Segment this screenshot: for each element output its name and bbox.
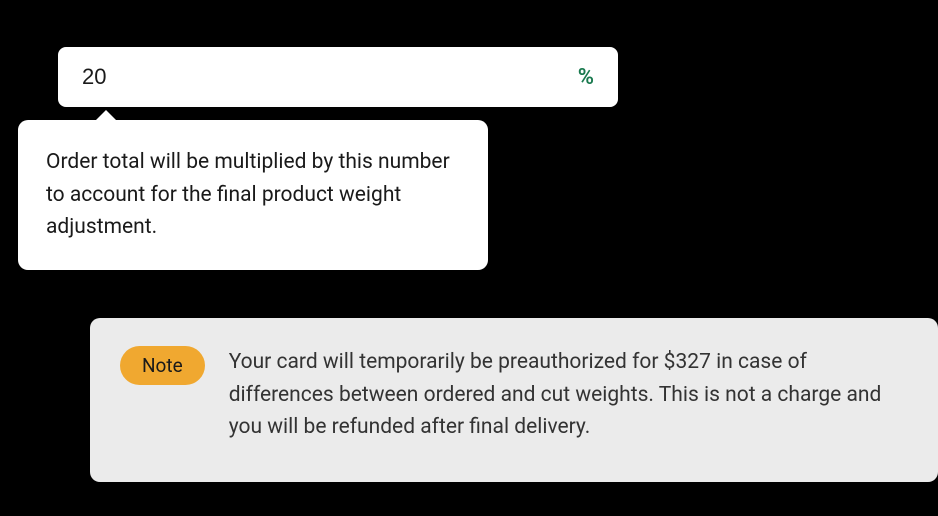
tooltip: Order total will be multiplied by this n…	[18, 120, 488, 270]
tooltip-text: Order total will be multiplied by this n…	[46, 150, 450, 239]
note-text: Your card will temporarily be preauthori…	[229, 346, 908, 444]
percent-icon: %	[578, 65, 594, 90]
note-panel: Note Your card will temporarily be preau…	[90, 318, 938, 482]
percentage-input[interactable]	[82, 64, 492, 90]
percentage-input-container[interactable]: %	[58, 47, 618, 107]
note-badge: Note	[120, 346, 205, 385]
